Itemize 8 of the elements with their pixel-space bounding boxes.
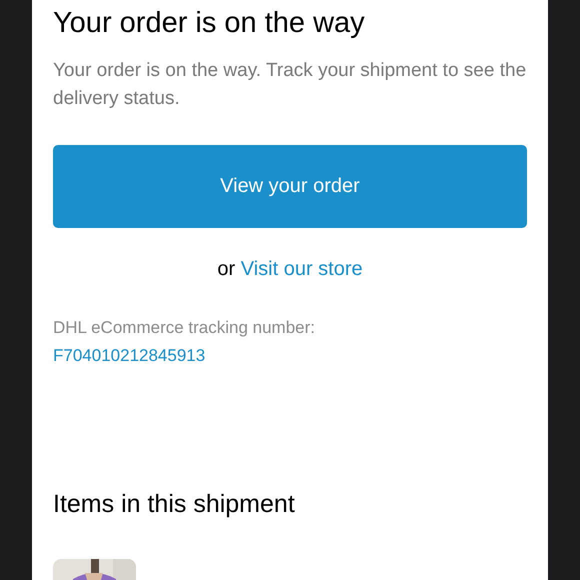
section-heading: Items in this shipment (53, 489, 296, 520)
tracking-number-link[interactable]: F704010212845913 (53, 342, 206, 370)
heading: Your order is on the way (53, 6, 366, 41)
or-text: or (217, 258, 236, 280)
message: Your order is on the way. Track your shipment to see the delivery status. (53, 59, 528, 111)
visit-store-link[interactable]: Visit our store (240, 258, 363, 280)
tracking-label: DHL eCommerce tracking number: (53, 317, 316, 339)
view-order-button[interactable]: View your order (53, 145, 527, 228)
